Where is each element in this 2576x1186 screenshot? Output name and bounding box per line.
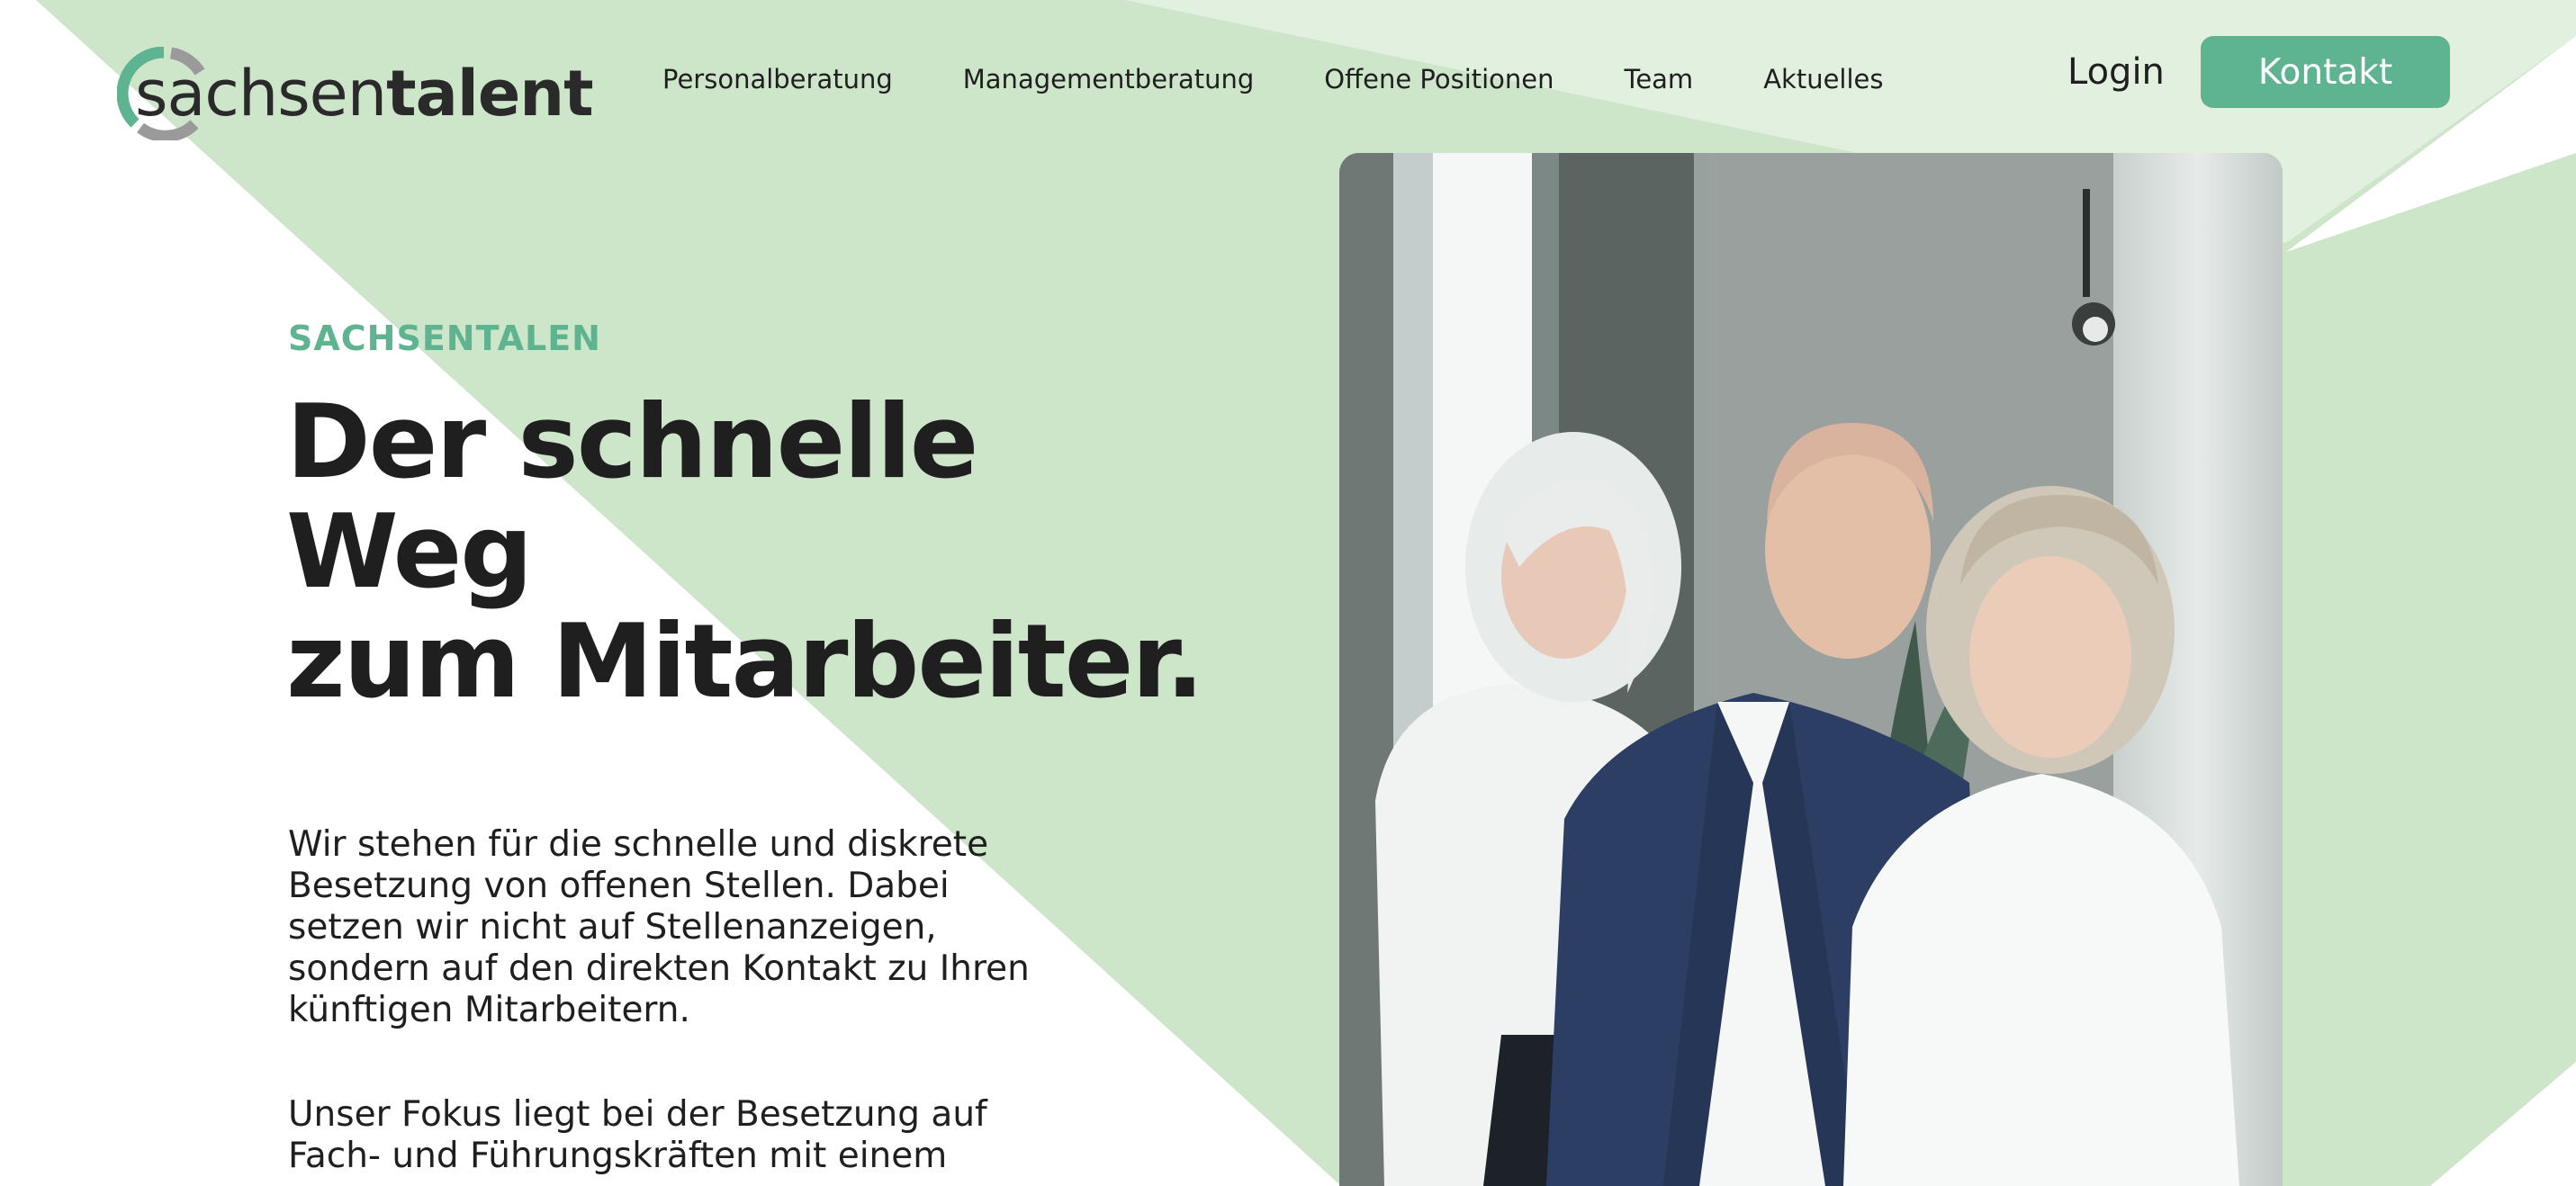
hero-eyebrow: SACHSENTALEN: [288, 319, 601, 358]
contact-button[interactable]: Kontakt: [2201, 36, 2450, 108]
hero-paragraph-1: Wir stehen für die schnelle und diskrete…: [288, 824, 1030, 1030]
headline-line-3: zum Mitarbeiter.: [286, 602, 1204, 721]
team-photo: [1339, 153, 2283, 1186]
main-navigation: Personalberatung Managementberatung Offe…: [662, 61, 1883, 97]
team-photo-illustration: [1339, 153, 2283, 1186]
logo-wordmark: sachsen talent: [135, 47, 594, 140]
nav-item-managementberatung[interactable]: Managementberatung: [963, 61, 1255, 97]
logo-text-light: sachsen: [135, 57, 387, 130]
nav-item-team[interactable]: Team: [1625, 61, 1694, 97]
headline-line-1: Der schnelle: [286, 382, 978, 501]
nav-item-personalberatung[interactable]: Personalberatung: [662, 61, 893, 97]
hero-headline: Der schnelle Weg zum Mitarbeiter.: [286, 387, 1231, 716]
nav-item-aktuelles[interactable]: Aktuelles: [1763, 61, 1883, 97]
headline-line-2: Weg: [286, 492, 533, 611]
brand-logo[interactable]: sachsen talent: [117, 47, 594, 140]
hero-paragraph-2: Unser Fokus liegt bei der Besetzung auf …: [288, 1094, 987, 1176]
nav-item-offene-positionen[interactable]: Offene Positionen: [1324, 61, 1554, 97]
logo-text-bold: talent: [386, 57, 593, 130]
login-link[interactable]: Login: [2067, 47, 2165, 97]
